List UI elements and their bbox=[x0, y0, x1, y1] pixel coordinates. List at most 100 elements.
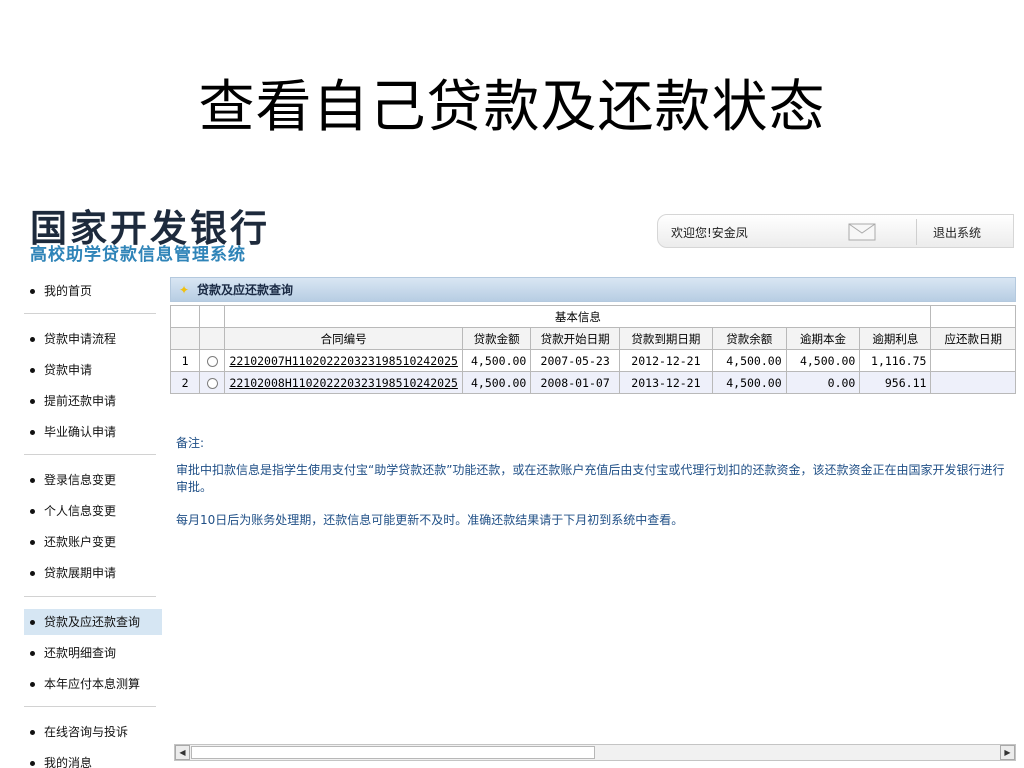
sidebar-item-login-info[interactable]: 登录信息变更 bbox=[24, 467, 162, 493]
bullet-icon bbox=[30, 399, 35, 404]
row-select-radio[interactable] bbox=[206, 355, 218, 367]
sidebar-item-label: 贷款申请 bbox=[44, 363, 93, 377]
bullet-icon bbox=[30, 761, 35, 766]
scroll-left-arrow-icon[interactable]: ◀ bbox=[175, 745, 190, 760]
bullet-icon bbox=[30, 620, 35, 625]
loan-amount-cell: 4,500.00 bbox=[461, 371, 532, 394]
balance-cell: 4,500.00 bbox=[711, 349, 787, 372]
sidebar-item-label: 我的消息 bbox=[44, 756, 93, 768]
bullet-icon bbox=[30, 337, 35, 342]
sidebar-item-loan-apply[interactable]: 贷款申请 bbox=[24, 357, 162, 383]
bullet-icon bbox=[30, 430, 35, 435]
row-select-radio-cell bbox=[199, 349, 226, 372]
sidebar-item-consult[interactable]: 在线咨询与投诉 bbox=[24, 719, 162, 745]
column-header: 逾期利息 bbox=[859, 327, 932, 350]
sidebar-item-label: 还款明细查询 bbox=[44, 646, 117, 660]
sidebar-item-home[interactable]: 我的首页 bbox=[24, 278, 162, 304]
nav-divider bbox=[24, 706, 156, 707]
overdue-interest-cell: 1,116.75 bbox=[859, 349, 932, 372]
sidebar-item-label: 在线咨询与投诉 bbox=[44, 725, 129, 739]
sidebar-item-label: 我的首页 bbox=[44, 284, 93, 298]
corner-cell bbox=[169, 305, 201, 328]
contract-link[interactable]: 22102008H110202220323198510242025 bbox=[229, 376, 457, 390]
bullet-icon bbox=[30, 540, 35, 545]
notes-paragraph-approval: 审批中扣款信息是指学生使用支付宝“助学贷款还款”功能还款，或在还款账户充值后由支… bbox=[176, 463, 1005, 494]
bullet-icon bbox=[30, 651, 35, 656]
sidebar-item-label: 提前还款申请 bbox=[44, 394, 117, 408]
contract-cell: 22102008H110202220323198510242025 bbox=[224, 371, 463, 394]
loan-table: 基本信息 合同编号 贷款金额 贷款开始日期 贷款到期日期 贷款余额 逾期本金 逾… bbox=[169, 305, 1016, 394]
due-date-cell bbox=[930, 371, 1016, 394]
panel-title: 贷款及应还款查询 bbox=[197, 283, 294, 297]
sidebar-item-label: 贷款申请流程 bbox=[44, 332, 117, 346]
sidebar-item-annual-estimate[interactable]: 本年应付本息测算 bbox=[24, 671, 162, 697]
sidebar-item-repay-account[interactable]: 还款账户变更 bbox=[24, 529, 162, 555]
sidebar-item-loan-extension[interactable]: 贷款展期申请 bbox=[24, 560, 162, 586]
sidebar-item-label: 登录信息变更 bbox=[44, 473, 117, 487]
notes-label: 备注: bbox=[176, 436, 205, 450]
row-index: 1 bbox=[169, 349, 201, 372]
bullet-icon bbox=[30, 730, 35, 735]
column-header: 应还款日期 bbox=[930, 327, 1016, 350]
column-header: 贷款开始日期 bbox=[530, 327, 620, 350]
group-header-basic-info: 基本信息 bbox=[224, 305, 932, 328]
row-index: 2 bbox=[169, 371, 201, 394]
horizontal-scrollbar[interactable]: ◀ ▶ bbox=[174, 744, 1016, 761]
loan-amount-cell: 4,500.00 bbox=[461, 349, 532, 372]
column-header: 贷款到期日期 bbox=[618, 327, 713, 350]
table-row: 1 22102007H11020222032319851024​2025 4,5… bbox=[169, 349, 1016, 372]
panel-header: ✦ 贷款及应还款查询 bbox=[170, 277, 1016, 302]
overdue-interest-cell: 956.11 bbox=[859, 371, 932, 394]
end-date-cell: 2012-12-21 bbox=[618, 349, 713, 372]
corner-cell bbox=[930, 305, 1016, 328]
bullet-icon bbox=[30, 571, 35, 576]
nav-divider bbox=[24, 596, 156, 597]
loan-system-window: 国家开发银行 高校助学贷款信息管理系统 欢迎您!安金凤 退出系统 我的首页 贷款… bbox=[0, 180, 1024, 768]
bullet-icon bbox=[30, 289, 35, 294]
due-date-cell bbox=[930, 349, 1016, 372]
sidebar-item-loan-query[interactable]: 贷款及应还款查询 bbox=[24, 609, 162, 635]
bullet-icon bbox=[30, 478, 35, 483]
sidebar-item-label: 还款账户变更 bbox=[44, 535, 117, 549]
logout-button[interactable]: 退出系统 bbox=[933, 224, 981, 241]
row-select-radio[interactable] bbox=[206, 377, 218, 389]
start-date-cell: 2008-01-07 bbox=[530, 371, 620, 394]
mail-icon[interactable] bbox=[848, 223, 876, 241]
sidebar-item-loan-process[interactable]: 贷款申请流程 bbox=[24, 326, 162, 352]
column-header: 贷款余额 bbox=[711, 327, 787, 350]
table-row: 2 22102008H110202220323198510242025 4,50… bbox=[169, 371, 1016, 394]
system-name: 高校助学贷款信息管理系统 bbox=[30, 245, 246, 265]
welcome-text: 欢迎您!安金凤 bbox=[671, 226, 748, 240]
balance-cell: 4,500.00 bbox=[711, 371, 787, 394]
user-bar-divider bbox=[916, 219, 917, 245]
star-icon: ✦ bbox=[179, 283, 190, 297]
corner-cell bbox=[169, 327, 201, 350]
sidebar-item-label: 毕业确认申请 bbox=[44, 425, 117, 439]
table-header-row: 合同编号 贷款金额 贷款开始日期 贷款到期日期 贷款余额 逾期本金 逾期利息 应… bbox=[169, 327, 1016, 350]
column-header: 贷款金额 bbox=[461, 327, 532, 350]
corner-cell bbox=[199, 327, 226, 350]
contract-link[interactable]: 22102007H11020222032319851024​2025 bbox=[229, 354, 457, 368]
overdue-principal-cell: 4,500.00 bbox=[785, 349, 861, 372]
sidebar-item-personal-info[interactable]: 个人信息变更 bbox=[24, 498, 162, 524]
bullet-icon bbox=[30, 682, 35, 687]
sidebar-item-messages[interactable]: 我的消息 bbox=[24, 750, 162, 768]
bullet-icon bbox=[30, 509, 35, 514]
sidebar-item-label: 个人信息变更 bbox=[44, 504, 117, 518]
sidebar-item-graduation-confirm[interactable]: 毕业确认申请 bbox=[24, 419, 162, 445]
sidebar-item-early-repayment[interactable]: 提前还款申请 bbox=[24, 388, 162, 414]
slide-title: 查看自己贷款及还款状态 bbox=[198, 75, 826, 140]
table-group-header: 基本信息 bbox=[169, 305, 1016, 328]
start-date-cell: 2007-05-23 bbox=[530, 349, 620, 372]
column-header: 逾期本金 bbox=[785, 327, 861, 350]
sidebar-item-repay-detail[interactable]: 还款明细查询 bbox=[24, 640, 162, 666]
row-select-radio-cell bbox=[199, 371, 226, 394]
user-bar: 欢迎您!安金凤 退出系统 bbox=[657, 214, 1014, 248]
end-date-cell: 2013-12-21 bbox=[618, 371, 713, 394]
notes-paragraph-processing: 每月10日后为账务处理期，还款信息可能更新不及时。准确还款结果请于下月初到系统中… bbox=[176, 513, 684, 527]
sidebar-item-label: 贷款展期申请 bbox=[44, 566, 117, 580]
bullet-icon bbox=[30, 368, 35, 373]
nav-divider bbox=[24, 313, 156, 314]
scrollbar-thumb[interactable] bbox=[191, 746, 595, 759]
scroll-right-arrow-icon[interactable]: ▶ bbox=[1000, 745, 1015, 760]
